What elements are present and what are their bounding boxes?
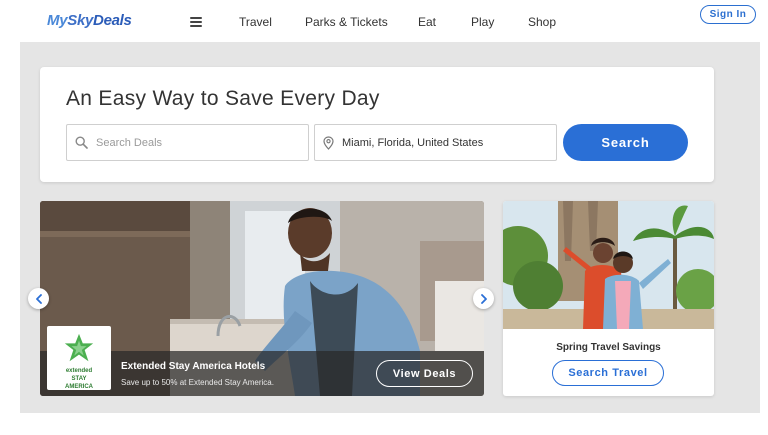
search-travel-button[interactable]: Search Travel: [552, 360, 664, 386]
spring-travel-title: Spring Travel Savings: [556, 342, 661, 353]
carousel-next-button[interactable]: [473, 288, 494, 309]
search-deals-placeholder: Search Deals: [96, 136, 163, 149]
search-button[interactable]: Search: [563, 124, 688, 161]
site-logo[interactable]: MySkyDeals: [47, 12, 132, 29]
nav-shop[interactable]: Shop: [528, 15, 556, 29]
sign-in-button[interactable]: Sign In: [700, 5, 756, 24]
chevron-left-icon: [35, 293, 42, 304]
logo-caption-america: AMERICA: [65, 384, 93, 390]
chevron-right-icon: [480, 293, 487, 304]
nav-eat[interactable]: Eat: [418, 15, 436, 29]
logo-caption-stay: STAY: [71, 376, 87, 382]
search-deals-input[interactable]: Search Deals: [66, 124, 309, 161]
extended-stay-logo: extended STAY AMERICA: [47, 326, 111, 390]
nav-play[interactable]: Play: [471, 15, 494, 29]
logo-caption-extended: extended: [65, 368, 93, 374]
search-heading: An Easy Way to Save Every Day: [66, 87, 380, 110]
hero-title: Extended Stay America Hotels: [121, 361, 266, 372]
logo-part-my: My: [47, 12, 68, 29]
nav-travel[interactable]: Travel: [239, 15, 272, 29]
spring-travel-image: [503, 201, 714, 329]
search-card: An Easy Way to Save Every Day Search Dea…: [40, 67, 714, 182]
spring-travel-card[interactable]: Spring Travel Savings Search Travel: [503, 201, 714, 396]
view-deals-button[interactable]: View Deals: [376, 360, 473, 387]
carousel-prev-button[interactable]: [28, 288, 49, 309]
logo-part-deals: Deals: [93, 12, 132, 29]
header: MySkyDeals Travel Parks & Tickets Eat Pl…: [0, 0, 768, 42]
search-icon: [75, 136, 88, 149]
logo-part-sky: Sky: [67, 12, 94, 29]
location-pin-icon: [323, 135, 334, 150]
hero-carousel[interactable]: extended STAY AMERICA Extended Stay Amer…: [40, 201, 484, 396]
menu-icon[interactable]: [190, 17, 202, 27]
location-input[interactable]: Miami, Florida, United States: [314, 124, 557, 161]
location-value: Miami, Florida, United States: [342, 136, 484, 149]
star-logo-icon: [64, 333, 94, 362]
nav-parks-tickets[interactable]: Parks & Tickets: [305, 15, 388, 29]
hero-subtitle: Save up to 50% at Extended Stay America.: [121, 378, 274, 387]
